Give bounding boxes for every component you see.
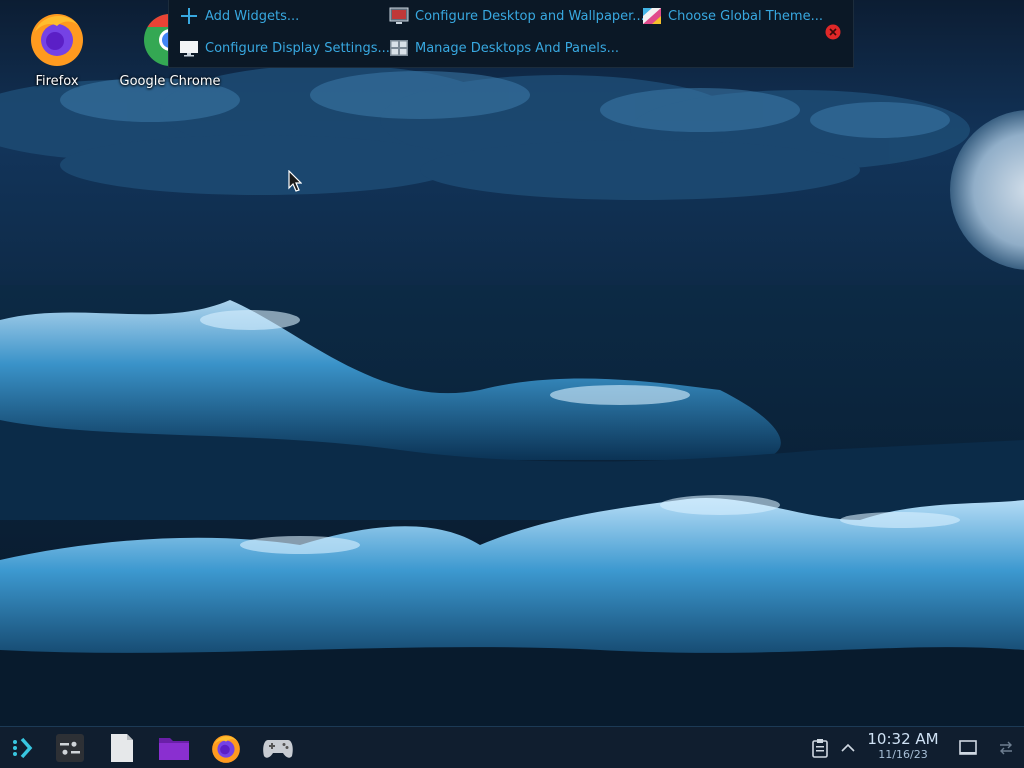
desktop-toolbox: Add Widgets... Configure Desktop and Wal… [168,0,854,68]
add-icon [181,8,197,24]
taskbar-app-system-settings[interactable] [54,732,86,764]
clock-time: 10:32 AM [867,730,939,748]
add-widgets-button[interactable]: Add Widgets... [179,6,299,26]
taskbar-app-games[interactable] [262,732,294,764]
desktop-icon-label: Google Chrome [119,74,221,89]
desktop-icon-firefox[interactable]: Firefox [7,8,107,89]
desktops-panels-icon [390,40,408,56]
application-launcher-icon [13,737,33,759]
close-icon[interactable] [825,24,841,40]
taskbar-app-files[interactable] [106,732,138,764]
clipboard-icon [812,739,828,758]
clock-date: 11/16/23 [878,748,928,761]
theme-icon [643,8,661,24]
folder-icon [159,738,189,760]
desktop-wallpaper [0,0,1024,726]
choose-global-theme-label: Choose Global Theme... [668,8,823,24]
configure-display-label: Configure Display Settings... [205,40,390,56]
digital-clock[interactable]: 10:32 AM 11/16/23 [862,730,944,762]
show-desktop-icon [959,740,977,755]
document-icon [111,734,133,762]
display-icon [180,41,198,57]
chevron-up-icon [841,743,855,752]
switch-icon [1000,741,1012,755]
gamepad-icon [263,740,293,758]
choose-global-theme-button[interactable]: Choose Global Theme... [642,6,823,26]
settings-icon [56,734,84,762]
firefox-icon [31,14,83,66]
add-widgets-label: Add Widgets... [205,8,300,24]
clipboard-tray-button[interactable] [808,736,832,760]
tray-expand-button[interactable] [836,736,860,760]
show-desktop-button[interactable] [956,736,980,760]
taskbar: 10:32 AM 11/16/23 [0,726,1024,768]
taskbar-app-firefox[interactable] [210,732,242,764]
desktop-icon-label: Firefox [35,74,79,89]
manage-desktops-panels-button[interactable]: Manage Desktops And Panels... [389,38,619,58]
configure-desktop-wallpaper-button[interactable]: Configure Desktop and Wallpaper... [389,6,645,26]
manage-desktops-label: Manage Desktops And Panels... [415,40,620,56]
application-launcher-button[interactable] [6,732,38,764]
ocean-wave-wallpaper [0,0,1024,726]
switch-button[interactable] [994,736,1018,760]
firefox-icon [212,735,240,763]
configure-display-settings-button[interactable]: Configure Display Settings... [179,38,390,58]
monitor-wallpaper-icon [389,7,409,24]
configure-desktop-label: Configure Desktop and Wallpaper... [415,8,645,24]
taskbar-app-file-manager[interactable] [158,732,190,764]
mouse-cursor-icon [288,170,302,192]
